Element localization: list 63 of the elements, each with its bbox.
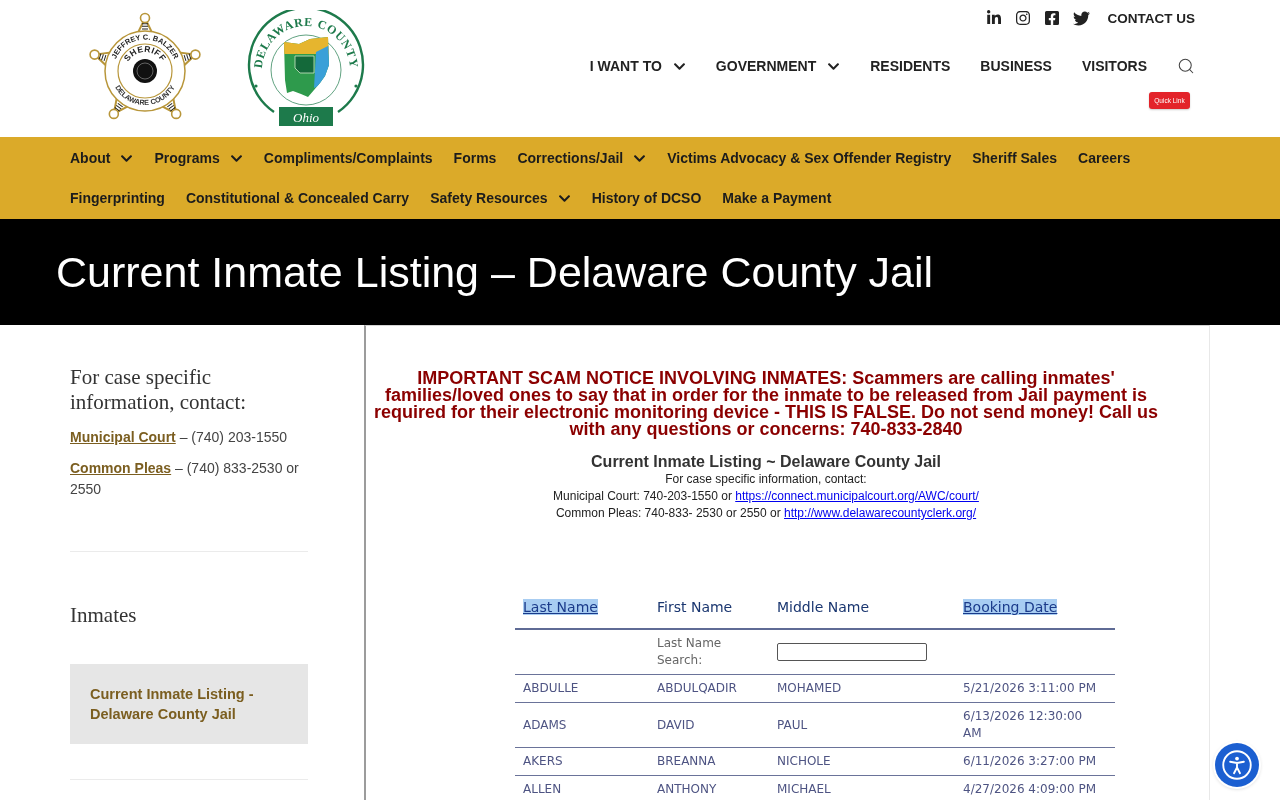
nav-link[interactable]: Compliments/Complaints xyxy=(263,148,433,168)
search-label: Last Name Search: xyxy=(649,629,769,675)
url-link[interactable]: http://www.delawarecountyclerk.org/ xyxy=(784,506,977,520)
court-link[interactable]: Common Pleas xyxy=(70,460,172,476)
linkedin-icon[interactable] xyxy=(985,10,1002,26)
nav-link[interactable]: Sheriff Sales xyxy=(972,148,1058,168)
table-cell: AKERS xyxy=(515,747,649,776)
accessibility-icon xyxy=(1222,750,1252,780)
url-link[interactable]: https://connect.municipalcourt.org/AWC/court/ xyxy=(735,489,979,503)
search-field[interactable] xyxy=(777,643,927,661)
nav-link[interactable]: GOVERNMENT xyxy=(715,58,817,74)
column-header: Middle Name xyxy=(777,599,869,615)
table-cell: DAVID xyxy=(649,702,769,748)
nav-link[interactable]: Corrections/Jail xyxy=(517,148,624,168)
table-cell: MICHAEL xyxy=(769,775,955,800)
contact-line: Common Pleas – (740) 833-2530 or 2550 xyxy=(70,459,300,499)
contact-line: Municipal Court: 740-203-1550 or https://connect.municipalcourt.org/AWC/court/ xyxy=(552,488,980,505)
sidebar-item[interactable]: Current Inmate Listing - Delaware County Jail xyxy=(70,664,308,744)
nav-link[interactable]: Safety Resources xyxy=(430,188,548,208)
page-title: Current Inmate Listing – Delaware County Jail xyxy=(56,247,934,298)
nav-link[interactable]: Victims Advocacy & Sex Offender Registry xyxy=(667,148,952,168)
table-cell: PAUL xyxy=(769,702,955,748)
table-cell: NICHOLE xyxy=(769,747,955,776)
nav-link[interactable]: BUSINESS xyxy=(980,58,1052,74)
listing-subtitle: For case specific information, contact: xyxy=(664,471,868,488)
facebook-icon[interactable] xyxy=(1043,10,1060,26)
nav-link[interactable]: History of DCSO xyxy=(591,188,702,208)
nav-link[interactable]: I WANT TO xyxy=(589,58,662,74)
table-cell: 5/21/2026 3:11:00 PM xyxy=(955,674,1115,703)
court-link[interactable]: Municipal Court xyxy=(70,429,176,445)
table-cell: 6/11/2026 3:27:00 PM xyxy=(955,747,1115,776)
sidebar-heading: Inmates xyxy=(70,603,138,628)
table-cell: ADAMS xyxy=(515,702,649,748)
column-header[interactable]: Booking Date xyxy=(963,599,1058,615)
table-cell: 4/27/2026 4:09:00 PM xyxy=(955,775,1115,800)
nav-link[interactable]: Careers xyxy=(1078,148,1131,168)
table-cell: MOHAMED xyxy=(769,674,955,703)
nav-link[interactable]: RESIDENTS xyxy=(870,58,951,74)
table-cell: ALLEN xyxy=(515,775,649,800)
nav-link[interactable]: Forms xyxy=(453,148,497,168)
contact-link[interactable]: CONTACT US xyxy=(1107,10,1195,26)
scam-notice: IMPORTANT SCAM NOTICE INVOLVING INMATES: Scammers are calling inmates' families/loved ones to say that in order for the inmate to be released from Jail payment is required for their electronic monitoring device - THIS IS FALSE. Do not send money! Call us with any questions or concerns: 740-833-2840 xyxy=(372,370,1160,438)
listing-title: Current Inmate Listing ~ Delaware County Jail xyxy=(590,453,942,471)
contact-line: Common Pleas: 740-833- 2530 or 2550 or http://www.delawarecountyclerk.org/ xyxy=(554,505,978,522)
table-cell: ABDULLE xyxy=(515,674,649,703)
twitter-icon[interactable] xyxy=(1072,9,1090,27)
nav-link[interactable]: Programs xyxy=(154,148,220,168)
column-header: First Name xyxy=(657,599,733,615)
column-header[interactable]: Last Name xyxy=(523,599,598,615)
sidebar-heading: For case specific information, contact: xyxy=(70,365,248,415)
nav-link[interactable]: Fingerprinting xyxy=(70,188,165,208)
search-icon[interactable] xyxy=(1177,57,1195,75)
nav-link[interactable]: Make a Payment xyxy=(722,188,832,208)
table-cell: BREANNA xyxy=(649,747,769,776)
nav-link[interactable]: About xyxy=(70,148,111,168)
instagram-icon[interactable] xyxy=(1014,10,1031,26)
nav-link[interactable]: Constitutional & Concealed Carry xyxy=(185,188,410,208)
table-cell: ANTHONY xyxy=(649,775,769,800)
nav-link[interactable]: VISITORS xyxy=(1081,58,1147,74)
accessibility-button[interactable] xyxy=(1215,743,1259,787)
contact-line: Municipal Court – (740) 203-1550 xyxy=(70,428,289,447)
table-cell: 6/13/2026 12:30:00 AM xyxy=(955,702,1115,748)
table-cell: ABDULQADIR xyxy=(649,674,769,703)
